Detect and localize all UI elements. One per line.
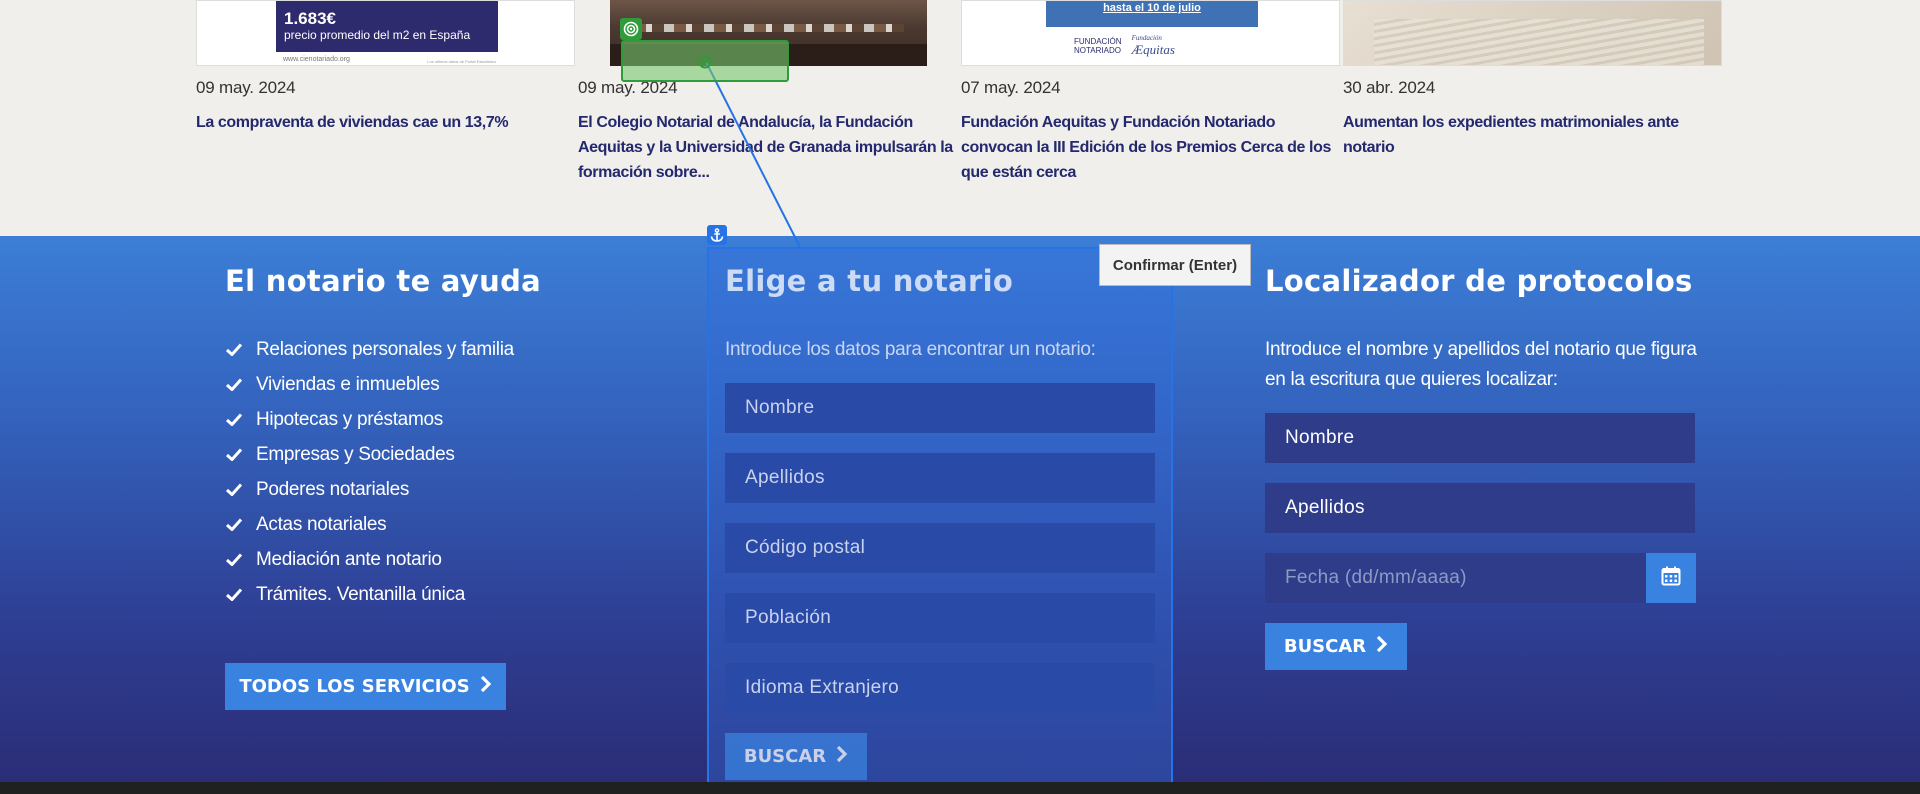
news-title-link[interactable]: Aumentan los expedientes matrimoniales a… [1343, 110, 1722, 160]
choose-title: Elige a tu notario [725, 264, 1014, 298]
news-date: 09 may. 2024 [196, 78, 296, 97]
target-icon[interactable] [620, 18, 642, 40]
calendar-icon [1661, 566, 1681, 591]
price-promo: 1.683€ precio promedio del m2 en España [276, 1, 498, 52]
service-item[interactable]: Poderes notariales [226, 472, 514, 507]
check-icon [226, 378, 256, 391]
promo-caption: precio promedio del m2 en España [284, 28, 471, 42]
locator-search-button[interactable]: BUSCAR [1265, 623, 1407, 670]
news-date: 30 abr. 2024 [1343, 78, 1436, 97]
service-item[interactable]: Viviendas e inmuebles [226, 367, 514, 402]
locator-date-input[interactable]: Fecha (dd/mm/aaaa) [1265, 553, 1646, 603]
check-icon [226, 343, 256, 356]
check-icon [226, 553, 256, 566]
promo-site: www.cienotariado.org [283, 56, 350, 63]
locator-surname-input[interactable]: Apellidos [1265, 483, 1695, 533]
choose-search-button[interactable]: BUSCAR [725, 733, 867, 780]
calendar-button[interactable] [1646, 553, 1696, 603]
deadline-banner: hasta el 10 de julio [1046, 1, 1258, 27]
service-item[interactable]: Hipotecas y préstamos [226, 402, 514, 437]
target-dot-icon [698, 55, 712, 74]
foundation-logos: FUNDACIÓN NOTARIADO Fundación Æquitas [1074, 34, 1175, 58]
notary-surname-input[interactable]: Apellidos [725, 453, 1155, 503]
news-title-link[interactable]: Fundación Aequitas y Fundación Notariado… [961, 110, 1340, 185]
chevron-right-icon [480, 675, 492, 697]
anchor-icon[interactable] [707, 225, 727, 245]
check-icon [226, 413, 256, 426]
news-thumbnail-3[interactable]: hasta el 10 de julio FUNDACIÓN NOTARIADO … [961, 0, 1340, 66]
postal-code-input[interactable]: Código postal [725, 523, 1155, 573]
foreign-language-select[interactable]: Idioma Extranjero [725, 663, 1155, 713]
footer-strip [0, 782, 1920, 794]
check-icon [226, 483, 256, 496]
check-icon [226, 588, 256, 601]
service-item[interactable]: Mediación ante notario [226, 542, 514, 577]
service-item[interactable]: Empresas y Sociedades [226, 437, 514, 472]
news-title-link[interactable]: El Colegio Notarial de Andalucía, la Fun… [578, 110, 957, 185]
check-icon [226, 448, 256, 461]
news-thumbnail-1[interactable]: 1.683€ precio promedio del m2 en España … [196, 0, 575, 66]
news-date: 07 may. 2024 [961, 78, 1061, 97]
services-list: Relaciones personales y familia Vivienda… [226, 332, 514, 612]
confirm-button[interactable]: Confirmar (Enter) [1099, 244, 1251, 286]
fundacion-notariado-logo: FUNDACIÓN NOTARIADO [1074, 37, 1122, 55]
chevron-right-icon [1376, 635, 1388, 657]
help-title: El notario te ayuda [225, 264, 541, 298]
check-icon [226, 518, 256, 531]
news-strip: 1.683€ precio promedio del m2 en España … [0, 0, 1920, 236]
promo-fineprint: Los ultimos datos de Portal Estadistico [427, 59, 496, 64]
fundacion-aequitas-logo: Fundación Æquitas [1131, 34, 1175, 57]
promo-price: 1.683€ [284, 9, 336, 28]
news-title-link[interactable]: La compraventa de viviendas cae un 13,7% [196, 110, 575, 135]
service-item[interactable]: Actas notariales [226, 507, 514, 542]
all-services-button[interactable]: TODOS LOS SERVICIOS [225, 663, 506, 710]
document-photo [1374, 19, 1704, 65]
town-input[interactable]: Población [725, 593, 1155, 643]
locator-title: Localizador de protocolos [1265, 264, 1693, 298]
news-thumbnail-4[interactable] [1343, 0, 1722, 66]
chevron-right-icon [836, 745, 848, 767]
choose-lead: Introduce los datos para encontrar un no… [725, 339, 1096, 360]
notary-name-input[interactable]: Nombre [725, 383, 1155, 433]
service-item[interactable]: Trámites. Ventanilla única [226, 577, 514, 612]
locator-lead: Introduce el nombre y apellidos del nota… [1265, 339, 1697, 390]
locator-name-input[interactable]: Nombre [1265, 413, 1695, 463]
service-item[interactable]: Relaciones personales y familia [226, 332, 514, 367]
drop-target-highlight[interactable] [621, 40, 789, 82]
